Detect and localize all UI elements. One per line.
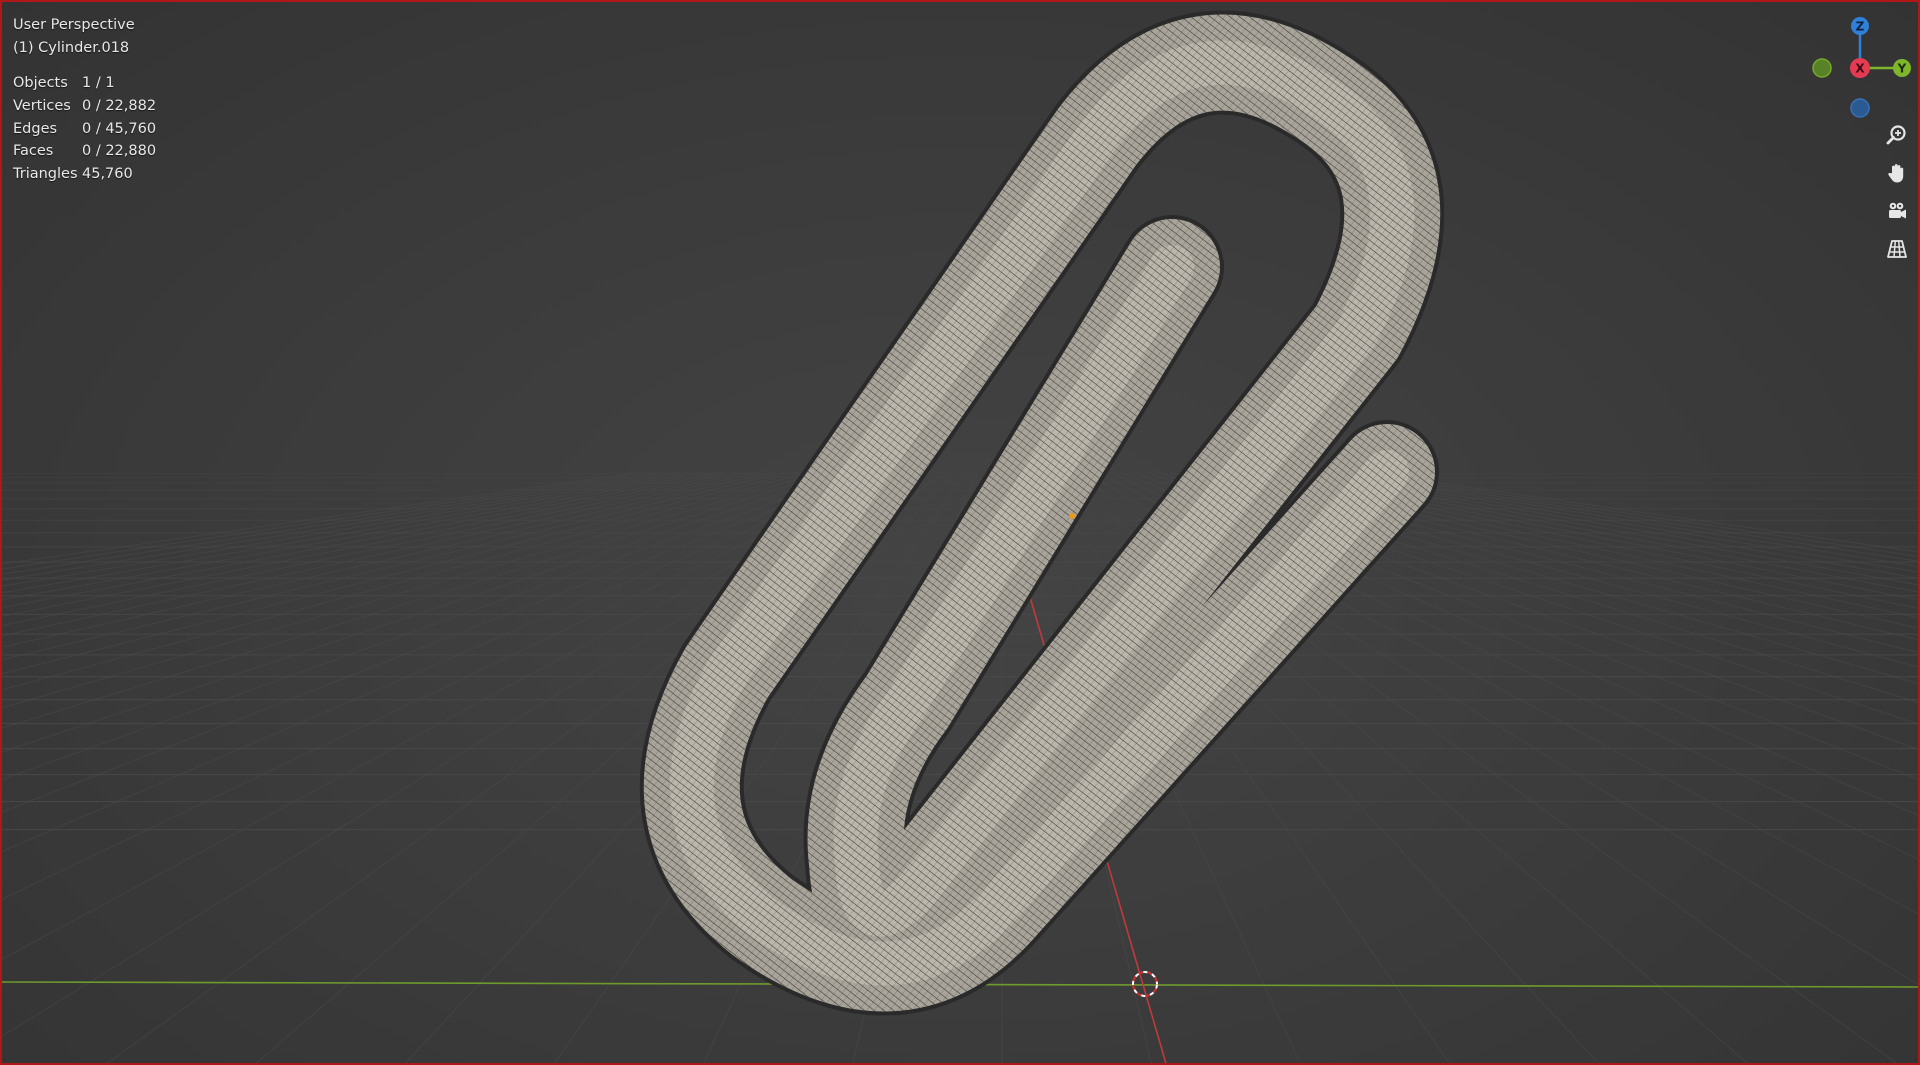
- camera-view-button[interactable]: [1880, 194, 1914, 228]
- origin-dot: [1069, 513, 1075, 519]
- grid-icon: [1887, 240, 1907, 258]
- stat-row-objects: Objects 1 / 1: [13, 72, 156, 95]
- grid-line: [2, 471, 727, 609]
- z-axis-label: Z: [1856, 20, 1865, 34]
- stat-value: 0 / 22,880: [82, 143, 157, 160]
- grid-line: [1289, 471, 1918, 586]
- paperclip-mesh[interactable]: [639, 10, 1445, 1016]
- x-axis-label: X: [1855, 62, 1865, 76]
- scene-canvas[interactable]: [2, 2, 1920, 1065]
- stat-value: 0 / 22,882: [82, 97, 157, 114]
- stat-label: Vertices: [13, 97, 71, 114]
- y-axis-handle[interactable]: Y: [1893, 59, 1911, 77]
- stat-label: Edges: [13, 120, 58, 137]
- zoom-button[interactable]: [1880, 118, 1914, 152]
- stat-label: Objects: [13, 75, 68, 91]
- navigation-gizmo[interactable]: Z Y X: [1802, 12, 1920, 122]
- grid-line: [1361, 471, 1918, 553]
- z-axis-handle[interactable]: Z: [1851, 17, 1869, 35]
- stat-value: 1 / 1: [82, 75, 115, 91]
- grid-line: [2, 471, 691, 587]
- stat-label: Faces: [13, 143, 54, 160]
- stat-label: Triangles: [13, 166, 78, 183]
- stat-row-vertices: Vertices 0 / 22,882: [13, 95, 156, 118]
- viewport-header-info: User Perspective (1) Cylinder.018: [13, 14, 135, 60]
- stat-row-faces: Faces 0 / 22,880: [13, 140, 156, 163]
- 3d-viewport[interactable]: User Perspective (1) Cylinder.018 Object…: [0, 0, 1920, 1065]
- view-mode-label: User Perspective: [13, 17, 135, 33]
- pan-hand-icon: [1888, 164, 1904, 183]
- camera-icon: [1889, 202, 1906, 219]
- grid-line: [1349, 471, 1918, 557]
- stat-row-edges: Edges 0 / 45,760: [13, 118, 156, 141]
- grid-line: [1313, 471, 1918, 573]
- y-axis-label: Y: [1897, 62, 1907, 76]
- grid-line: [2, 471, 667, 575]
- neg-y-axis-handle[interactable]: [1812, 58, 1832, 78]
- stat-row-triangles: Triangles 45,760: [13, 163, 156, 186]
- active-object-label: (1) Cylinder.018: [13, 39, 130, 56]
- neg-z-axis-handle[interactable]: [1850, 98, 1870, 118]
- grid-line: [2, 471, 703, 594]
- pan-button[interactable]: [1880, 156, 1914, 190]
- stat-value: 0 / 45,760: [82, 120, 157, 137]
- stat-value: 45,760: [82, 166, 133, 183]
- x-axis-handle[interactable]: X: [1850, 58, 1870, 78]
- zoom-icon: [1886, 125, 1906, 145]
- scene-statistics: Objects 1 / 1 Vertices 0 / 22,882 Edges 0 /…: [13, 72, 156, 186]
- perspective-toggle-button[interactable]: [1880, 232, 1914, 266]
